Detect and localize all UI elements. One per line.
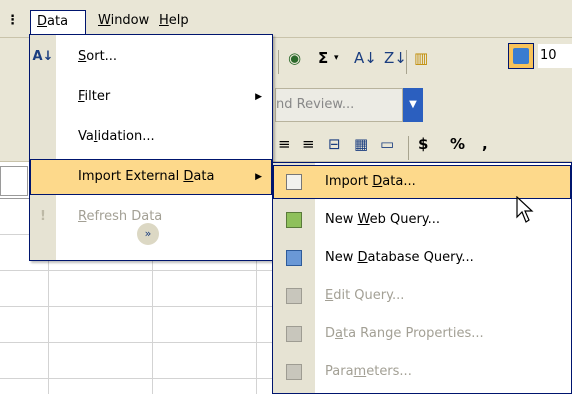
menu-item-label: Filter — [78, 89, 111, 104]
menu-data[interactable]: Data — [30, 10, 86, 34]
edit-query-icon — [273, 279, 315, 313]
sort-ascending-icon: A↓ — [32, 49, 54, 64]
menubar-grip: ⋮ — [6, 13, 19, 28]
autosum-dropdown-icon[interactable]: ▾ — [334, 46, 339, 70]
menu-item-data-range-properties[interactable]: Data Range Properties... — [273, 317, 571, 351]
autosum-icon[interactable]: Σ — [318, 46, 328, 70]
web-query-icon — [273, 203, 315, 237]
menu-item-label: Parameters... — [325, 364, 412, 379]
menu-item-label: Data Range Properties... — [325, 326, 484, 341]
import-data-icon — [273, 165, 315, 199]
merge-center-icon[interactable]: ⊟ — [328, 132, 341, 156]
align-justify-icon[interactable]: ≡ — [302, 132, 315, 156]
review-dropdown-icon[interactable]: ▼ — [403, 88, 423, 122]
menu-item-label: New Database Query... — [325, 250, 474, 265]
sort-descending-icon[interactable]: Z↓ — [384, 46, 407, 70]
menu-item-label: New Web Query... — [325, 212, 441, 227]
exclamation-icon: ! — [40, 209, 46, 224]
menu-item-label: Import External Data — [78, 169, 215, 184]
mouse-cursor-icon — [516, 196, 534, 223]
menu-window[interactable]: Window — [92, 10, 155, 34]
data-menu: A↓ Sort... Filter ▶ Validation... Import… — [29, 34, 273, 261]
name-box[interactable] — [0, 166, 28, 196]
expand-menu-icon[interactable]: » — [137, 223, 159, 245]
menu-item-import-data[interactable]: Import Data... — [273, 165, 571, 199]
drawing-button[interactable] — [508, 43, 534, 69]
submenu-arrow-icon: ▶ — [255, 172, 262, 182]
currency-button[interactable]: $ — [418, 132, 428, 156]
menu-item-sort[interactable]: A↓ Sort... — [30, 39, 272, 75]
parameters-icon — [273, 355, 315, 389]
menu-item-label: Edit Query... — [325, 288, 405, 303]
menu-item-edit-query[interactable]: Edit Query... — [273, 279, 571, 313]
menu-item-label: Sort... — [78, 49, 118, 64]
toolbar-separator — [406, 50, 407, 74]
menu-help[interactable]: Help — [153, 10, 195, 34]
comma-button[interactable]: , — [482, 132, 488, 156]
align-right-icon[interactable]: ≡ — [278, 132, 291, 156]
percent-button[interactable]: % — [450, 132, 465, 156]
sort-ascending-icon[interactable]: A↓ — [354, 46, 377, 70]
menu-item-parameters[interactable]: Parameters... — [273, 355, 571, 389]
menu-item-filter[interactable]: Filter ▶ — [30, 79, 272, 115]
menu-item-validation[interactable]: Validation... — [30, 119, 272, 155]
reply-review-button[interactable]: nd Review... — [275, 88, 403, 122]
database-query-icon — [273, 241, 315, 275]
chart-wizard-icon[interactable]: ▥ — [414, 46, 428, 70]
borders-icon[interactable]: ▦ — [354, 132, 368, 156]
menu-item-label: Import Data... — [325, 174, 416, 189]
menu-item-new-database-query[interactable]: New Database Query... — [273, 241, 571, 275]
research-icon[interactable]: ◉ — [288, 46, 301, 70]
font-size-field[interactable]: 10 — [538, 44, 572, 68]
range-properties-icon — [273, 317, 315, 351]
submenu-arrow-icon: ▶ — [255, 92, 262, 102]
toolbar-separator — [408, 136, 409, 160]
menu-item-label: Validation... — [78, 129, 155, 144]
toolbar-separator — [278, 50, 279, 74]
menu-item-import-external-data[interactable]: Import External Data ▶ — [30, 159, 272, 195]
fill-icon[interactable]: ▭ — [380, 132, 394, 156]
drawing-icon — [513, 48, 529, 64]
